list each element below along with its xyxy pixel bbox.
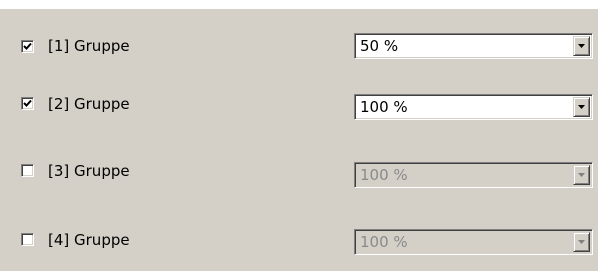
group-2-checkbox[interactable] [21,97,34,110]
group-3-dropdown-value: 100 % [360,166,408,184]
group-1-dropdown-value: 50 % [360,37,399,55]
group-1-dropdown-button[interactable] [573,36,590,56]
group-1-label: [1] Gruppe [48,37,130,55]
top-strip [0,0,598,9]
group-2-label: [2] Gruppe [48,95,130,113]
group-1-checkbox[interactable] [21,40,34,53]
group-row-2: [2] Gruppe 100 % [0,88,598,128]
chevron-down-icon [578,105,585,109]
checkmark-icon [23,42,32,50]
chevron-down-icon [578,44,585,48]
group-row-4: [4] Gruppe 100 % [0,224,598,264]
group-3-dropdown: 100 % [354,162,593,188]
group-row-1: [1] Gruppe 50 % [0,26,598,66]
group-3-label: [3] Gruppe [48,162,130,180]
group-2-dropdown[interactable]: 100 % [354,94,593,120]
group-4-dropdown-button [573,232,590,252]
chevron-down-icon [578,240,585,244]
group-4-checkbox[interactable] [21,233,34,246]
group-1-dropdown[interactable]: 50 % [354,33,593,59]
group-3-checkbox[interactable] [21,164,34,177]
group-2-dropdown-button[interactable] [573,97,590,117]
group-settings-panel: [1] Gruppe 50 % [2] Gruppe 100 % [3] Gru… [0,0,598,271]
checkmark-icon [23,99,32,107]
group-3-dropdown-button [573,165,590,185]
group-4-dropdown-value: 100 % [360,233,408,251]
group-4-dropdown: 100 % [354,229,593,255]
group-4-label: [4] Gruppe [48,231,130,249]
group-2-dropdown-value: 100 % [360,98,408,116]
group-row-3: [3] Gruppe 100 % [0,158,598,198]
chevron-down-icon [578,173,585,177]
